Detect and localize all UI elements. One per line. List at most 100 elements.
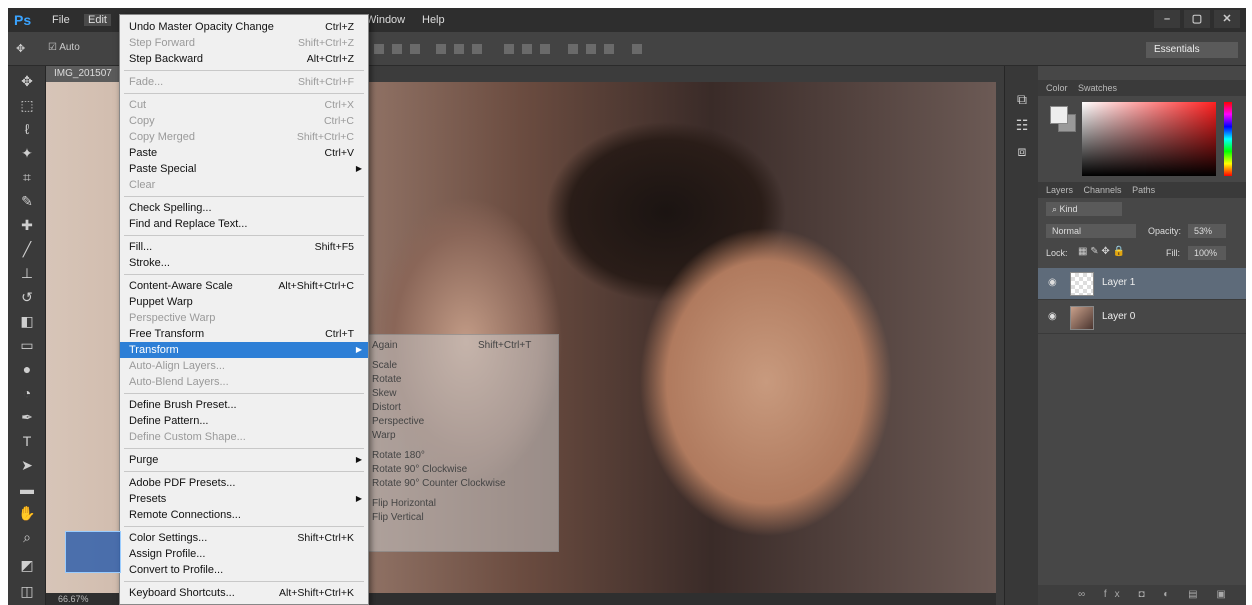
properties-panel-icon[interactable]: ☷ [1013,116,1031,134]
menu-item[interactable]: Copy Ctrl+C [120,113,368,129]
color-picker-field[interactable] [1082,102,1216,176]
gradient-tool-icon[interactable]: ▭ [18,336,36,354]
menu-item[interactable]: Menus...Alt+Shift+Ctrl+M [120,601,368,604]
distribute-left-icon[interactable] [568,44,578,54]
menu-item[interactable]: Paste Special ▶ [120,161,368,177]
menu-item[interactable]: Convert to Profile... [120,562,368,578]
align-left-icon[interactable] [436,44,446,54]
submenu-item[interactable]: Again [372,339,398,353]
quick-select-tool-icon[interactable]: ✦ [18,144,36,162]
distribute-center-icon[interactable] [586,44,596,54]
distribute-right-icon[interactable] [604,44,614,54]
menu-item[interactable]: Adobe PDF Presets... [120,475,368,491]
menu-help[interactable]: Help [422,14,445,26]
visibility-eye-icon[interactable]: ◉ [1048,311,1057,322]
zoom-tool-icon[interactable]: ⌕ [18,528,36,546]
auto-align-icon[interactable] [632,44,642,54]
pen-tool-icon[interactable]: ✒ [18,408,36,426]
menu-item[interactable]: Transform ▶ [120,342,368,358]
menu-item[interactable]: Puppet Warp [120,294,368,310]
tab-channels[interactable]: Channels [1084,185,1122,195]
distribute-top-icon[interactable] [504,44,514,54]
opacity-input[interactable]: 53% [1188,224,1226,238]
type-tool-icon[interactable]: T [18,432,36,450]
menu-item[interactable]: Paste Ctrl+V [120,145,368,161]
history-brush-tool-icon[interactable]: ↺ [18,288,36,306]
layers-footer-icons[interactable]: ∞ fx ◘ ◐ ▤ ▣ 🗑 [1038,585,1246,605]
submenu-item[interactable]: Skew [372,387,396,401]
tab-color[interactable]: Color [1046,83,1068,93]
distribute-bottom-icon[interactable] [540,44,550,54]
menu-item[interactable]: Purge ▶ [120,452,368,468]
menu-item[interactable]: Step Forward Shift+Ctrl+Z [120,35,368,51]
menu-item[interactable]: Cut Ctrl+X [120,97,368,113]
minimize-button[interactable]: – [1154,10,1180,28]
align-bottom-icon[interactable] [410,44,420,54]
submenu-item[interactable]: Perspective [372,415,424,429]
history-panel-icon[interactable]: ⧉ [1013,90,1031,108]
distribute-middle-icon[interactable] [522,44,532,54]
workspace-switcher[interactable]: Essentials [1146,42,1238,58]
adjustments-panel-icon[interactable]: ⧈ [1013,142,1031,160]
menu-item[interactable]: Undo Master Opacity Change Ctrl+Z [120,19,368,35]
submenu-item[interactable]: Scale [372,359,397,373]
submenu-item[interactable]: Distort [372,401,401,415]
align-middle-icon[interactable] [392,44,402,54]
menu-item[interactable]: Auto-Align Layers... [120,358,368,374]
layer-row[interactable]: ◉ Layer 1 [1038,268,1246,300]
menu-file[interactable]: File [52,14,70,26]
submenu-item[interactable]: Rotate [372,373,401,387]
eraser-tool-icon[interactable]: ◧ [18,312,36,330]
submenu-item[interactable]: Rotate 90° Clockwise [372,463,467,477]
layer-filter-select[interactable]: ⌕ Kind [1046,202,1122,216]
submenu-item[interactable]: Flip Horizontal [372,497,436,511]
blend-mode-select[interactable]: Normal [1046,224,1136,238]
menu-item[interactable]: Clear [120,177,368,193]
hand-tool-icon[interactable]: ✋ [18,504,36,522]
maximize-button[interactable]: ▢ [1184,10,1210,28]
menu-item[interactable]: Perspective Warp [120,310,368,326]
menu-item[interactable]: Check Spelling... [120,200,368,216]
hue-slider[interactable] [1224,102,1232,176]
align-top-icon[interactable] [374,44,384,54]
menu-item[interactable]: Fade... Shift+Ctrl+F [120,74,368,90]
tab-swatches[interactable]: Swatches [1078,83,1117,93]
submenu-item[interactable]: Rotate 180° [372,449,425,463]
submenu-item[interactable]: Warp [372,429,396,443]
healing-brush-tool-icon[interactable]: ✚ [18,216,36,234]
menu-item[interactable]: Content-Aware Scale Alt+Shift+Ctrl+C [120,278,368,294]
lasso-tool-icon[interactable]: ℓ [18,120,36,138]
menu-item[interactable]: Define Pattern... [120,413,368,429]
crop-tool-icon[interactable]: ⌗ [18,168,36,186]
menu-item[interactable]: Remote Connections... [120,507,368,523]
clone-stamp-tool-icon[interactable]: ⊥ [18,264,36,282]
brush-tool-icon[interactable]: ╱ [18,240,36,258]
color-swatches-icon[interactable]: ◩ [18,556,36,574]
menu-item[interactable]: Auto-Blend Layers... [120,374,368,390]
align-center-icon[interactable] [454,44,464,54]
auto-select-checkbox[interactable]: ☑ Auto [48,42,80,53]
menu-item[interactable]: Color Settings... Shift+Ctrl+K [120,530,368,546]
visibility-eye-icon[interactable]: ◉ [1048,277,1057,288]
tab-layers[interactable]: Layers [1046,185,1073,195]
tab-paths[interactable]: Paths [1132,185,1155,195]
menu-item[interactable]: Define Brush Preset... [120,397,368,413]
menu-window[interactable]: Window [366,14,405,26]
dodge-tool-icon[interactable]: ◔ [18,384,36,402]
align-right-icon[interactable] [472,44,482,54]
menu-item[interactable]: Stroke... [120,255,368,271]
menu-item[interactable]: Step Backward Alt+Ctrl+Z [120,51,368,67]
submenu-item[interactable]: Rotate 90° Counter Clockwise [372,477,506,491]
layer-row[interactable]: ◉ Layer 0 [1038,302,1246,334]
move-tool-icon[interactable]: ✥ [18,72,36,90]
blur-tool-icon[interactable]: ● [18,360,36,378]
shape-tool-icon[interactable]: ▬ [18,480,36,498]
submenu-item[interactable]: Flip Vertical [372,511,424,525]
zoom-level[interactable]: 66.67% [58,594,89,604]
menu-item[interactable]: Fill... Shift+F5 [120,239,368,255]
close-button[interactable]: ✕ [1214,10,1240,28]
fill-input[interactable]: 100% [1188,246,1226,260]
eyedropper-tool-icon[interactable]: ✎ [18,192,36,210]
move-tool-icon[interactable]: ✥ [16,42,25,55]
layer-name[interactable]: Layer 0 [1102,311,1135,322]
